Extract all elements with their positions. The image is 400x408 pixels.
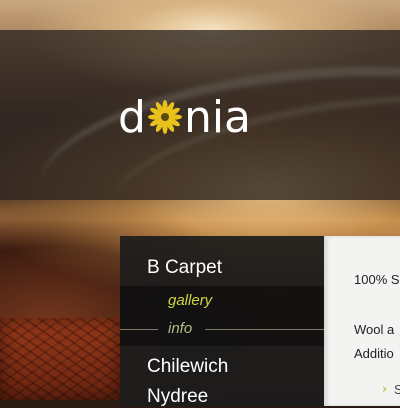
submenu-info-link[interactable]: info xyxy=(168,320,192,337)
menu-item-b-carpet[interactable]: B Carpet xyxy=(147,257,222,279)
flower-icon xyxy=(147,100,182,134)
content-line: 100% S xyxy=(354,272,400,287)
site-logo[interactable]: d nia xyxy=(118,88,251,140)
chevron-right-icon[interactable]: › xyxy=(382,382,387,397)
content-panel: 100% S Wool a Additio › S xyxy=(324,236,400,406)
submenu-gallery-link[interactable]: gallery xyxy=(168,292,212,309)
menu-item-chilewich[interactable]: Chilewich xyxy=(147,356,228,378)
decorative-wall-panel xyxy=(0,318,120,400)
logo-text-right: nia xyxy=(183,92,252,143)
logo-text-left: d xyxy=(118,92,146,143)
divider-left xyxy=(120,329,158,330)
submenu-background xyxy=(120,286,324,346)
content-line: Wool a xyxy=(354,322,395,337)
product-menu: B Carpet gallery info Chilewich Nydree xyxy=(120,236,324,408)
content-more-text[interactable]: S xyxy=(394,382,400,397)
content-line: Additio xyxy=(354,346,394,361)
divider-right xyxy=(205,329,324,330)
menu-item-nydree[interactable]: Nydree xyxy=(147,386,208,408)
